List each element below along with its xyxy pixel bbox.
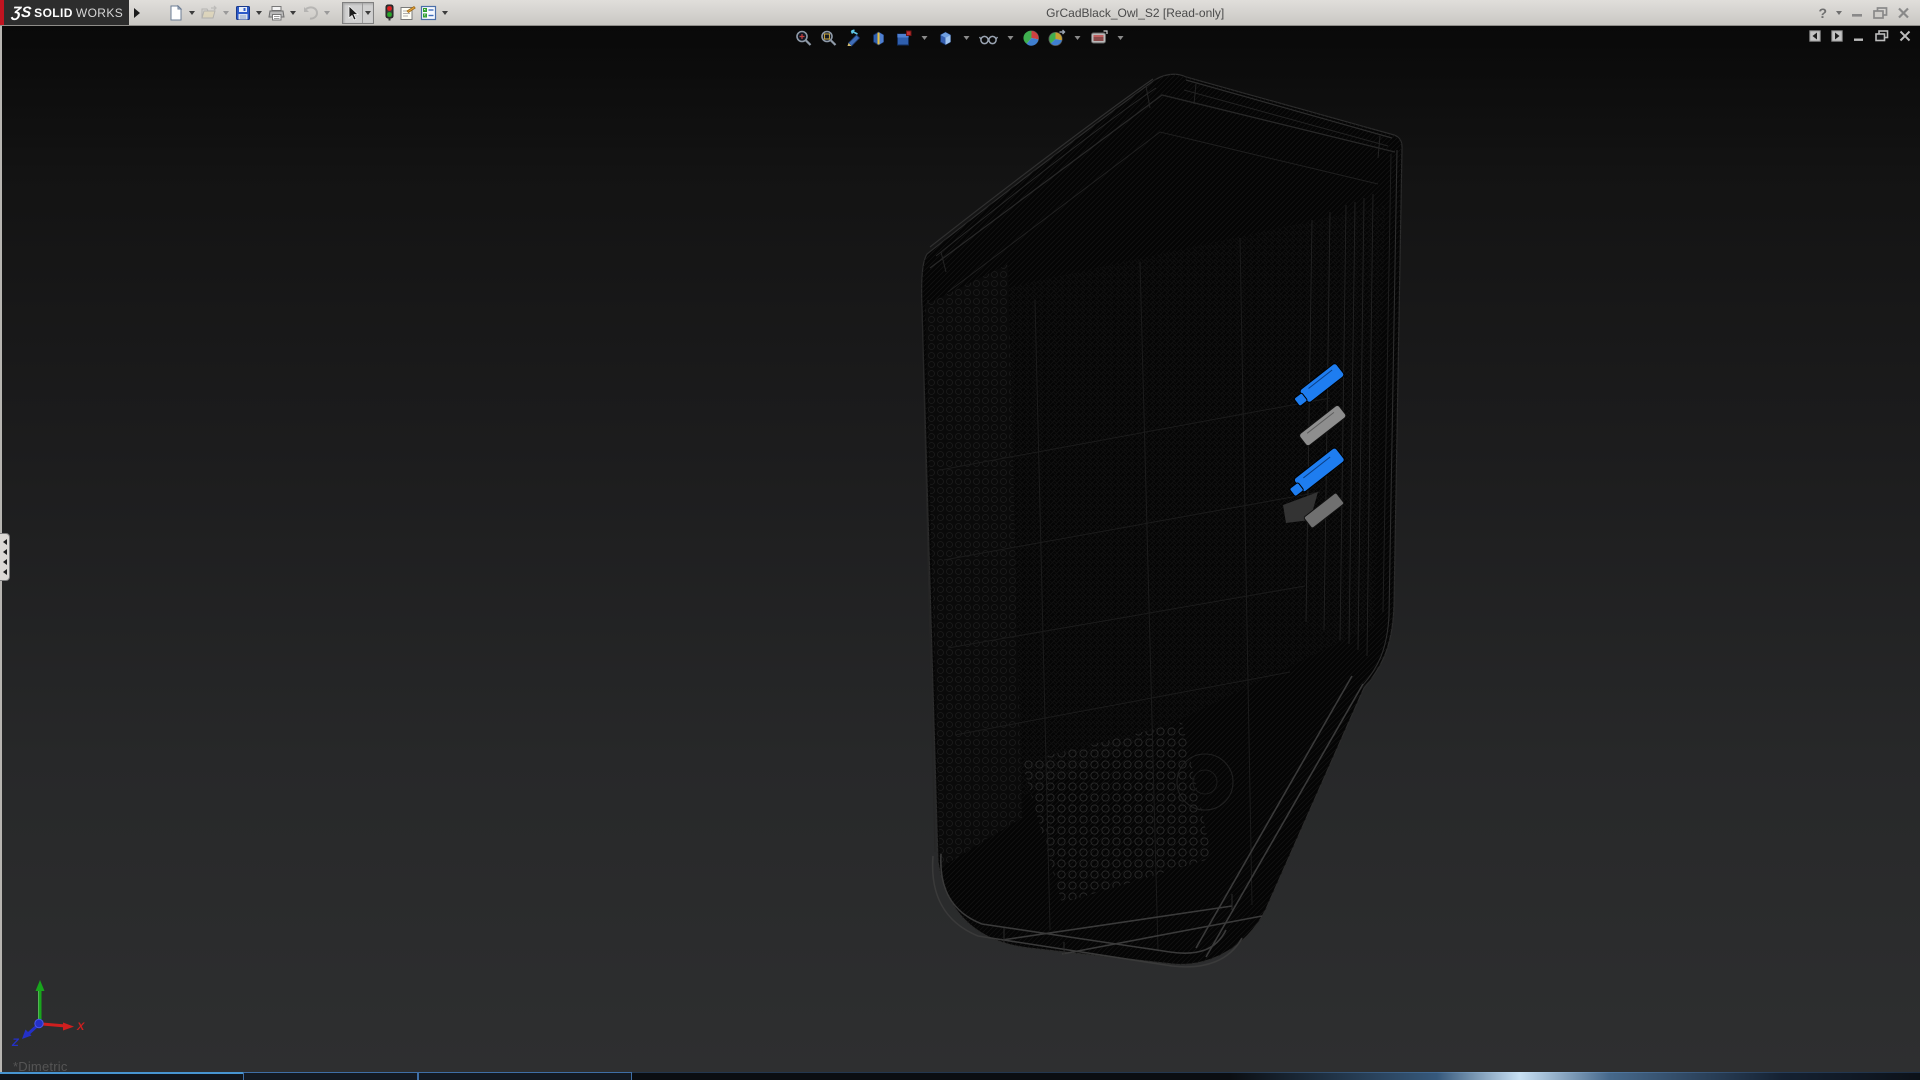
open-document-dropdown[interactable] [223, 11, 229, 15]
options-checklist-icon [420, 5, 437, 21]
apply-scene-button[interactable] [1047, 28, 1067, 48]
stoplight-icon [384, 4, 395, 21]
stoplight-button[interactable] [382, 2, 397, 23]
display-style-dropdown[interactable] [964, 36, 970, 40]
options-dropdown[interactable] [442, 11, 448, 15]
cad-model-wireframe[interactable] [0, 25, 1920, 1072]
select-tool-dropdown[interactable] [362, 3, 373, 23]
save-icon [235, 5, 251, 21]
display-style-icon [937, 29, 955, 47]
print-dropdown[interactable] [290, 11, 296, 15]
dock-left-button[interactable] [1809, 30, 1821, 42]
brand-bold: SOLID [34, 6, 73, 20]
restore-document-button[interactable] [1875, 30, 1889, 42]
dock-right-button[interactable] [1831, 30, 1843, 42]
restore-button[interactable] [1873, 7, 1888, 19]
graphics-area[interactable]: X Z *Dimetric [0, 25, 1920, 1072]
main-toolbar [166, 2, 452, 24]
taskbar-edge [0, 1072, 1920, 1080]
taskbar-button-edge[interactable] [243, 1072, 418, 1080]
comment-note-button[interactable] [397, 2, 418, 23]
heads-up-toolbar [794, 28, 1127, 48]
select-tool-group [342, 2, 374, 24]
new-document-dropdown[interactable] [189, 11, 195, 15]
edit-appearance-icon [1023, 29, 1041, 47]
view-settings-dropdown[interactable] [1118, 36, 1124, 40]
zoom-to-fit-icon [795, 29, 813, 47]
apply-scene-dropdown[interactable] [1075, 36, 1081, 40]
minimize-document-button[interactable] [1853, 30, 1865, 42]
zoom-to-area-button[interactable] [819, 28, 839, 48]
ds-logo-glyph: ƷS [11, 4, 32, 21]
triad-z-label: Z [11, 1037, 20, 1047]
collapse-arrow-icon [3, 549, 7, 555]
front-lattice-pattern [925, 264, 1022, 868]
solidworks-logo: ƷS SOLIDWORKS [0, 0, 129, 25]
collapse-arrow-icon [3, 559, 7, 565]
comment-note-icon [399, 5, 416, 21]
save-dropdown[interactable] [256, 11, 262, 15]
taskbar-segment[interactable] [0, 1072, 243, 1080]
edit-appearance-button[interactable] [1022, 28, 1042, 48]
document-window-controls [1809, 30, 1911, 42]
select-cursor-icon [345, 5, 360, 21]
options-checklist-button[interactable] [418, 2, 439, 23]
hide-show-items-button[interactable] [978, 28, 1000, 48]
hide-show-dropdown[interactable] [1008, 36, 1014, 40]
taskbar-glow [1230, 1072, 1920, 1080]
menu-flyout-arrow[interactable] [129, 0, 144, 25]
view-settings-icon [1090, 29, 1109, 47]
app-titlebar: ƷS SOLIDWORKS [0, 0, 1920, 26]
previous-view-icon [845, 29, 863, 47]
view-orientation-label: *Dimetric [13, 1059, 68, 1072]
help-dropdown[interactable] [1836, 11, 1842, 15]
open-folder-icon [201, 5, 218, 21]
orientation-triad: X Z [0, 967, 110, 1047]
save-button[interactable] [233, 2, 253, 23]
close-button[interactable] [1897, 7, 1910, 19]
collapse-arrow-icon [3, 539, 7, 545]
select-dropdown-arrow [365, 11, 371, 15]
zoom-to-area-icon [820, 29, 838, 47]
window-controls: ? [1818, 5, 1920, 21]
hide-show-items-icon [979, 29, 999, 47]
panel-splitter-handle[interactable] [0, 533, 10, 581]
brand-light: WORKS [76, 6, 123, 20]
print-button[interactable] [266, 2, 287, 23]
view-orientation-icon [895, 29, 913, 47]
undo-dropdown[interactable] [324, 11, 330, 15]
view-orientation-button[interactable] [894, 28, 914, 48]
display-style-button[interactable] [936, 28, 956, 48]
collapse-arrow-icon [3, 569, 7, 575]
tower-model [922, 74, 1402, 967]
apply-scene-icon [1048, 29, 1066, 47]
section-view-icon [870, 29, 888, 47]
print-icon [268, 5, 285, 21]
view-orientation-dropdown[interactable] [922, 36, 928, 40]
taskbar-button-edge[interactable] [418, 1072, 632, 1080]
zoom-to-fit-button[interactable] [794, 28, 814, 48]
flyout-arrow-icon [134, 8, 140, 18]
open-document-button[interactable] [199, 2, 220, 23]
undo-icon [302, 5, 319, 21]
select-tool-button[interactable] [343, 3, 362, 23]
new-document-button[interactable] [166, 2, 186, 23]
undo-button[interactable] [300, 2, 321, 23]
window-title: GrCadBlack_Owl_S2 [Read-only] [452, 6, 1818, 20]
solidworks-window: ƷS SOLIDWORKS [0, 0, 1920, 1080]
minimize-button[interactable] [1851, 7, 1864, 18]
previous-view-button[interactable] [844, 28, 864, 48]
close-document-button[interactable] [1899, 30, 1911, 42]
help-button[interactable]: ? [1818, 5, 1827, 21]
triad-x-label: X [76, 1021, 85, 1033]
view-settings-button[interactable] [1089, 28, 1110, 48]
new-document-icon [168, 5, 184, 21]
section-view-button[interactable] [869, 28, 889, 48]
